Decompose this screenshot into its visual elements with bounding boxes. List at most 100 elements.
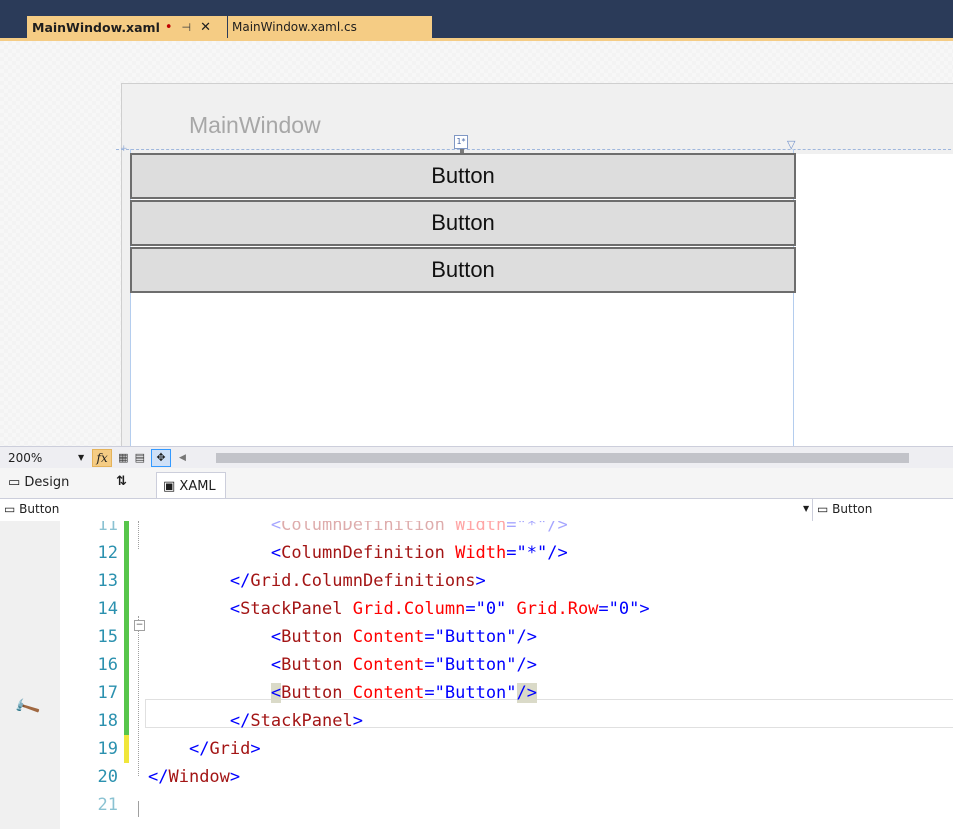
pin-icon[interactable]: ⊣ xyxy=(182,21,192,34)
code-line[interactable]: 11 <ColumnDefinition Width="*"/> xyxy=(0,521,953,539)
horizontal-scrollbar[interactable] xyxy=(215,452,909,463)
modified-indicator-icon: • xyxy=(164,19,173,35)
code-line[interactable]: 17 <Button Content="Button"/> xyxy=(0,679,953,707)
line-number: 20 xyxy=(97,767,118,787)
xaml-attribute: Width xyxy=(444,521,507,535)
xaml-bracket: </ xyxy=(229,711,251,731)
change-indicator xyxy=(124,735,129,763)
xaml-value: "0" xyxy=(475,599,507,619)
chevron-down-icon[interactable]: ▼ xyxy=(803,504,809,513)
code-line[interactable]: 16 <Button Content="Button"/> xyxy=(0,651,953,679)
xaml-bracket: < xyxy=(270,683,282,703)
grid-corner-icon: + xyxy=(120,144,128,154)
swap-panes-icon[interactable]: ⇅ xyxy=(116,474,127,489)
change-indicator xyxy=(124,521,129,539)
design-surface[interactable]: MainWindow ▽ + 1* Button Button Button xyxy=(0,41,953,446)
tab-title: MainWindow.xaml.cs xyxy=(232,20,357,34)
snap-grid-icon[interactable]: ▤ xyxy=(135,451,145,464)
xaml-value: "*" xyxy=(516,521,548,535)
zoom-combobox[interactable]: 200% xyxy=(8,451,68,465)
xaml-tag: Button xyxy=(281,627,343,647)
code-text: <ColumnDefinition Width="*"/> xyxy=(148,539,568,567)
scroll-left-icon[interactable]: ◀ xyxy=(179,453,186,463)
close-icon[interactable]: ✕ xyxy=(200,20,211,35)
xaml-equals: = xyxy=(424,683,435,703)
designer-button-1[interactable]: Button xyxy=(130,153,796,199)
line-number: 15 xyxy=(97,627,118,647)
tab-mainwindow-xaml-cs[interactable]: MainWindow.xaml.cs xyxy=(228,16,432,38)
navbar-divider xyxy=(812,499,813,521)
code-text: </Grid> xyxy=(148,735,261,763)
stackpanel[interactable]: Button Button Button xyxy=(130,153,796,294)
code-line[interactable]: 18 </StackPanel> xyxy=(0,707,953,735)
change-indicator xyxy=(124,707,129,735)
design-view-icon: ▭ xyxy=(8,475,25,490)
code-text: <ColumnDefinition Width="*"/> xyxy=(148,521,568,539)
xaml-bracket: < xyxy=(270,627,282,647)
code-text: <Button Content="Button"/> xyxy=(148,679,538,707)
xaml-attribute: Content xyxy=(342,655,425,675)
xaml-bracket: < xyxy=(229,599,241,619)
button-element-icon: ▭ xyxy=(4,502,20,516)
grid-adorner-icon[interactable]: 1* xyxy=(454,135,468,149)
code-line[interactable]: 15 <Button Content="Button"/> xyxy=(0,623,953,651)
code-text: <StackPanel Grid.Column="0" Grid.Row="0"… xyxy=(148,595,650,623)
line-number: 17 xyxy=(97,683,118,703)
xaml-bracket: /> xyxy=(516,683,538,703)
xaml-tag: Window xyxy=(168,767,230,787)
xaml-attribute: Grid.Column xyxy=(342,599,466,619)
tab-xaml[interactable]: ▣ XAML xyxy=(156,472,226,498)
xaml-bracket: > xyxy=(475,571,486,591)
xaml-bracket: > xyxy=(639,599,650,619)
button-element-icon: ▭ xyxy=(817,502,833,516)
designer-button-2[interactable]: Button xyxy=(130,200,796,246)
xaml-bracket: < xyxy=(270,543,282,563)
xaml-attribute: Grid.Row xyxy=(506,599,599,619)
xaml-bracket: > xyxy=(229,767,241,787)
line-number: 11 xyxy=(97,521,118,535)
xaml-equals: = xyxy=(424,655,435,675)
designer-button-3[interactable]: Button xyxy=(130,247,796,293)
element-selector-left[interactable]: ▭ Button xyxy=(4,502,59,516)
tab-mainwindow-xaml[interactable]: MainWindow.xaml • ⊣ ✕ xyxy=(27,16,227,38)
element-selector-right[interactable]: ▭ Button xyxy=(817,502,872,516)
effects-toggle-button[interactable]: fx xyxy=(92,448,113,467)
code-line[interactable]: 12 <ColumnDefinition Width="*"/> xyxy=(0,539,953,567)
navigation-bar: ▭ Button ▼ ▭ Button xyxy=(0,498,953,522)
element-selector-left-label: Button xyxy=(19,502,60,516)
xaml-equals: = xyxy=(465,599,476,619)
change-indicator xyxy=(124,679,129,707)
code-line[interactable]: 13 </Grid.ColumnDefinitions> xyxy=(0,567,953,595)
line-number: 13 xyxy=(97,571,118,591)
code-line[interactable]: 19 </Grid> xyxy=(0,735,953,763)
xaml-value: "*" xyxy=(516,543,548,563)
code-line[interactable]: 21 xyxy=(0,791,953,819)
snap-to-lines-icon[interactable]: ✥ xyxy=(150,448,171,467)
xaml-tag: Button xyxy=(281,655,343,675)
line-number: 21 xyxy=(97,795,118,815)
xaml-equals: = xyxy=(598,599,609,619)
code-line[interactable]: 14 <StackPanel Grid.Column="0" Grid.Row=… xyxy=(0,595,953,623)
code-line[interactable]: 20 </Window> xyxy=(0,763,953,791)
xaml-code-editor[interactable]: 🔨 − 11 <ColumnDefinition Width="*"/> 12 <… xyxy=(0,521,953,829)
xaml-tag: StackPanel xyxy=(240,599,343,619)
chevron-down-icon[interactable]: ▼ xyxy=(78,453,84,462)
xaml-attribute: Content xyxy=(342,683,425,703)
xaml-equals: = xyxy=(506,543,517,563)
grid-lines-icon[interactable]: ▦ xyxy=(118,451,128,464)
xaml-tag: Grid xyxy=(209,739,251,759)
change-indicator xyxy=(124,539,129,567)
designer-toolbar: 200% ▼ fx ▦ ▤ ✥ ◀ xyxy=(0,446,953,468)
xaml-bracket: > xyxy=(352,711,363,731)
code-text: <Button Content="Button"/> xyxy=(148,623,537,651)
xaml-equals: = xyxy=(424,627,435,647)
column-marker-icon[interactable]: ▽ xyxy=(787,138,795,151)
code-text: <Button Content="Button"/> xyxy=(148,651,537,679)
tab-design-label: Design xyxy=(24,475,70,490)
tab-design[interactable]: ▭ Design xyxy=(8,475,69,490)
